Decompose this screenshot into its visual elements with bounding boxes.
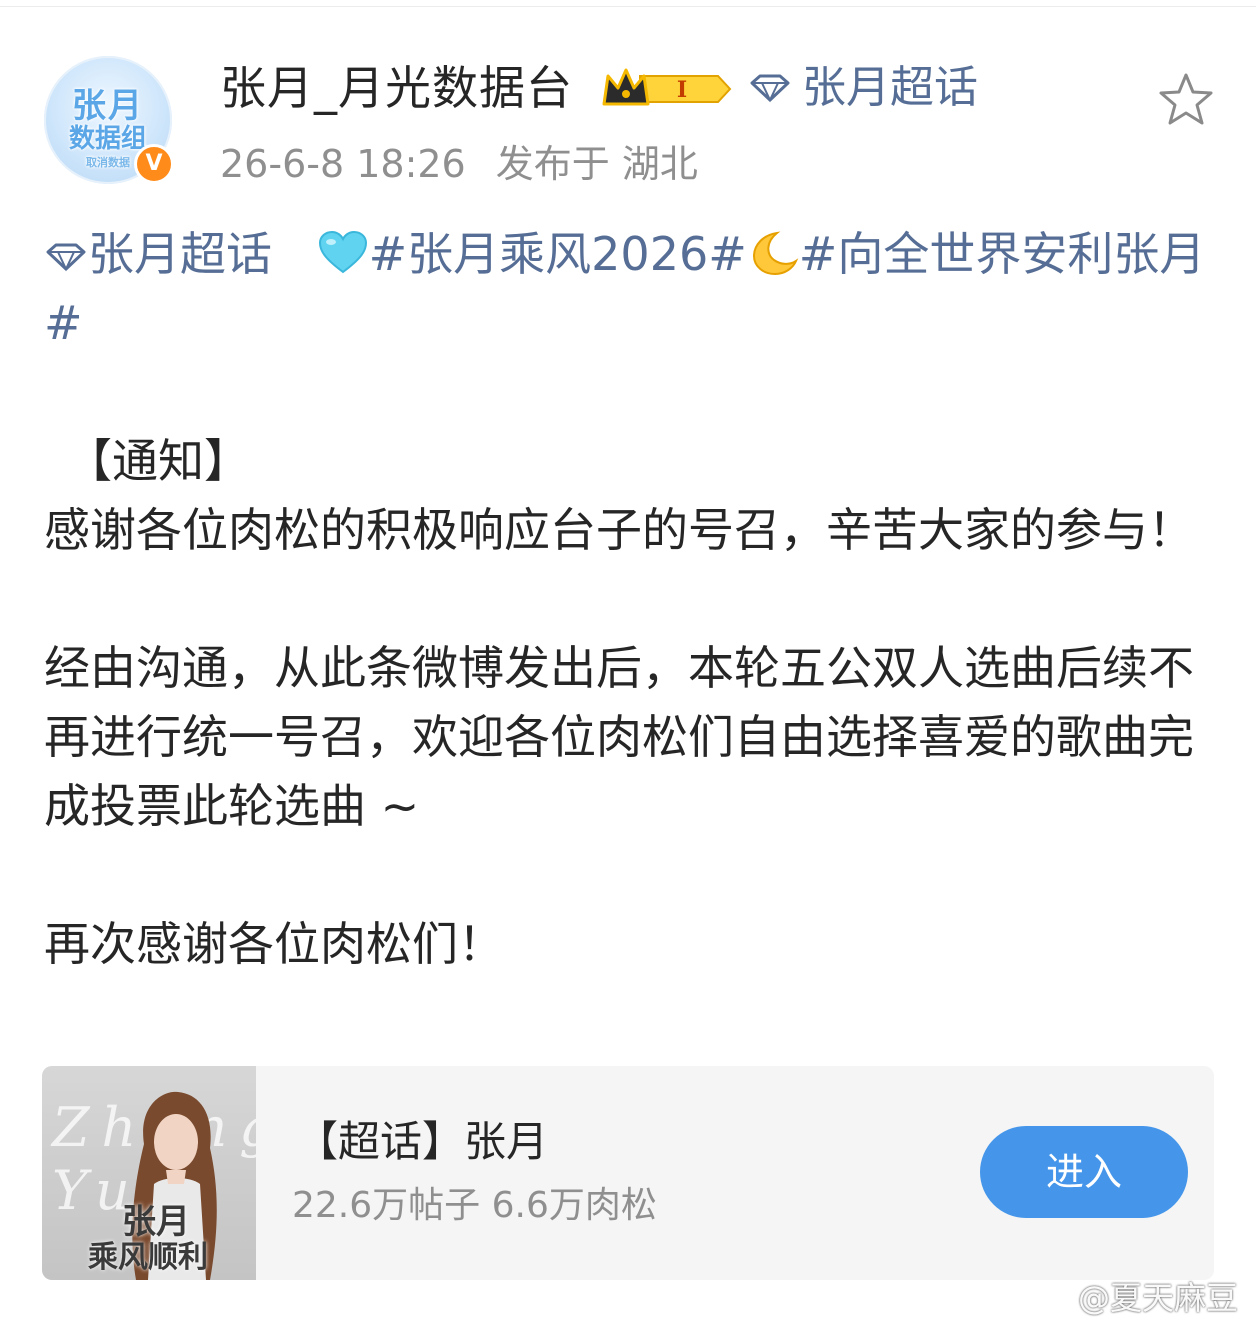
thumbnail-title-2: 乘风顺利 [88, 1240, 208, 1275]
supertopic-link[interactable]: 张月超话 [748, 56, 978, 120]
tag-supertopic[interactable]: 张月超话 [44, 227, 272, 281]
paragraph-3: 再次感谢各位肉松们！ [44, 917, 504, 971]
notice-heading: 【通知】 [66, 434, 250, 488]
verified-badge-icon: V [134, 144, 174, 184]
post-meta: 26-6-8 18:26 发布于 湖北 [220, 138, 698, 190]
watermark-text: @夏天麻豆 [1078, 1279, 1239, 1317]
crown-level-badge-icon: I [602, 68, 732, 106]
tag-hashtag-1[interactable]: #张月乘风2026# [369, 227, 747, 281]
author-name[interactable]: 张月_月光数据台 [220, 56, 573, 120]
heart-emoji-icon [318, 230, 367, 274]
post-time: 26-6-8 18:26 [220, 142, 466, 186]
supertopic-thumbnail: Zhang Yue 张月 乘风顺利 [42, 1066, 256, 1280]
weibo-logo-icon [1031, 1285, 1072, 1314]
moon-emoji-icon [752, 231, 799, 276]
post-location: 发布于 湖北 [495, 142, 698, 186]
watermark: @夏天麻豆 [1030, 1276, 1238, 1320]
diamond-icon [750, 74, 790, 103]
post-body: 张月超话 #张月乘风2026# #向全世界安利张月# 【通知】 感谢各位肉松的积极… [44, 220, 1224, 979]
post-tags-line: 张月超话 #张月乘风2026# #向全世界安利张月# [44, 220, 1224, 358]
crown-level: I [677, 77, 687, 103]
paragraph-1: 感谢各位肉松的积极响应台子的号召，辛苦大家的参与！ [44, 503, 1194, 557]
paragraph-2: 经由沟通，从此条微博发出后，本轮五公双人选曲后续不再进行统一号召，欢迎各位肉松们… [44, 641, 1194, 833]
card-title: 【超话】张月 [296, 1117, 549, 1166]
top-divider [0, 0, 1256, 7]
card-stats: 22.6万帖子 6.6万肉松 [292, 1185, 657, 1226]
tag-supertopic-label: 张月超话 [88, 227, 272, 281]
supertopic-card[interactable]: Zhang Yue 张月 乘风顺利 【超话】张月 22.6万帖子 6.6万肉松 … [42, 1066, 1214, 1280]
diamond-icon [46, 243, 86, 272]
supertopic-link-label: 张月超话 [802, 62, 978, 113]
enter-button[interactable]: 进入 [980, 1126, 1188, 1218]
star-icon[interactable] [1156, 70, 1216, 130]
